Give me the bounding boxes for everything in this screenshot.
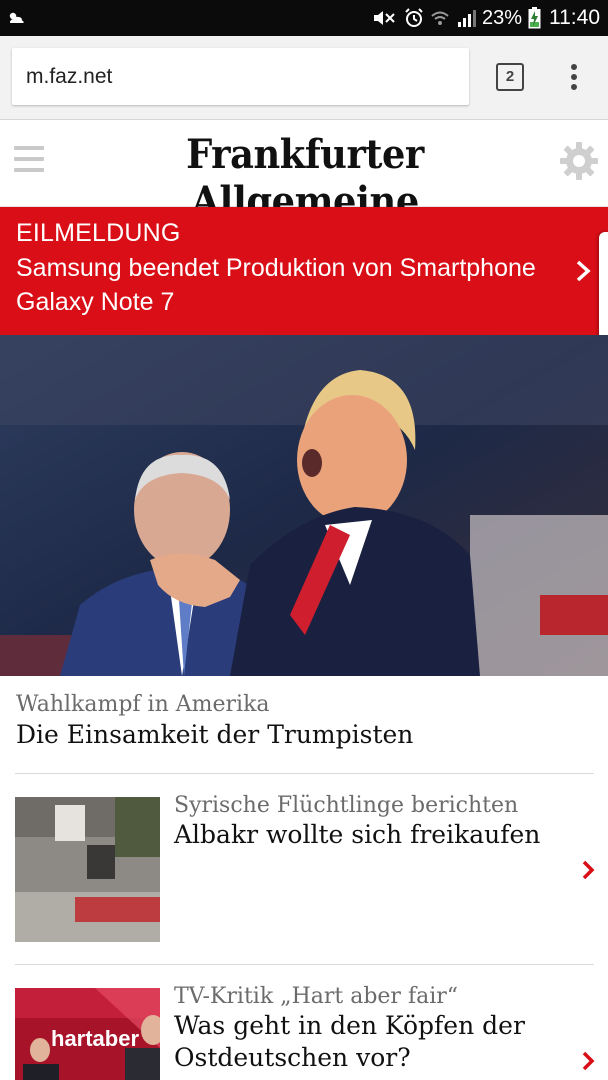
article-kicker[interactable]: TV-Kritik „Hart aber fair“ bbox=[174, 984, 458, 1009]
article-thumbnail-photo bbox=[15, 797, 160, 942]
weather-icon bbox=[9, 12, 24, 23]
alarm-icon bbox=[405, 8, 423, 27]
browser-toolbar: m.faz.net 2 bbox=[0, 36, 608, 120]
status-bar: 23% 11:40 bbox=[0, 0, 608, 36]
article-title[interactable]: Albakr wollte sich freikaufen bbox=[174, 819, 564, 851]
article-thumbnail[interactable] bbox=[15, 797, 160, 942]
site-header: Frankfurter Allgemeine bbox=[0, 121, 608, 225]
tab-switcher-button[interactable]: 2 bbox=[496, 63, 524, 91]
wifi-icon bbox=[431, 11, 449, 25]
status-icons: 23% 11:40 bbox=[372, 0, 600, 36]
article-thumbnail[interactable]: hartaber bbox=[15, 988, 160, 1080]
hero-photo bbox=[0, 335, 608, 676]
battery-charging-icon bbox=[528, 7, 541, 29]
chevron-right-icon[interactable] bbox=[574, 259, 592, 283]
address-bar[interactable]: m.faz.net bbox=[12, 48, 469, 105]
breaking-news-label: EILMELDUNG bbox=[16, 219, 181, 247]
chevron-right-icon[interactable] bbox=[581, 859, 595, 881]
article-title[interactable]: Was geht in den Köpfen der Ostdeutschen … bbox=[174, 1010, 564, 1074]
hero-image[interactable] bbox=[0, 335, 608, 676]
overflow-menu-icon[interactable] bbox=[563, 61, 585, 95]
divider bbox=[15, 964, 594, 965]
lead-article-title[interactable]: Die Einsamkeit der Trumpisten bbox=[16, 720, 413, 749]
chevron-right-icon[interactable] bbox=[581, 1050, 595, 1072]
lead-article-kicker[interactable]: Wahlkampf in Amerika bbox=[16, 692, 270, 717]
signal-icon bbox=[457, 10, 476, 27]
battery-percent: 23% bbox=[481, 6, 522, 29]
breaking-news-headline[interactable]: Samsung beendet Produktion von Smartphon… bbox=[16, 251, 536, 319]
divider bbox=[15, 773, 594, 774]
mute-icon bbox=[373, 11, 395, 25]
settings-gear-icon[interactable] bbox=[559, 141, 599, 181]
thumbnail-text: hartaber bbox=[51, 1026, 140, 1051]
article-kicker[interactable]: Syrische Flüchtlinge berichten bbox=[174, 793, 518, 818]
url-text[interactable]: m.faz.net bbox=[26, 65, 112, 89]
hamburger-menu-icon[interactable] bbox=[14, 146, 44, 172]
clock: 11:40 bbox=[549, 6, 600, 29]
breaking-news-banner[interactable]: EILMELDUNG Samsung beendet Produktion vo… bbox=[0, 207, 608, 335]
